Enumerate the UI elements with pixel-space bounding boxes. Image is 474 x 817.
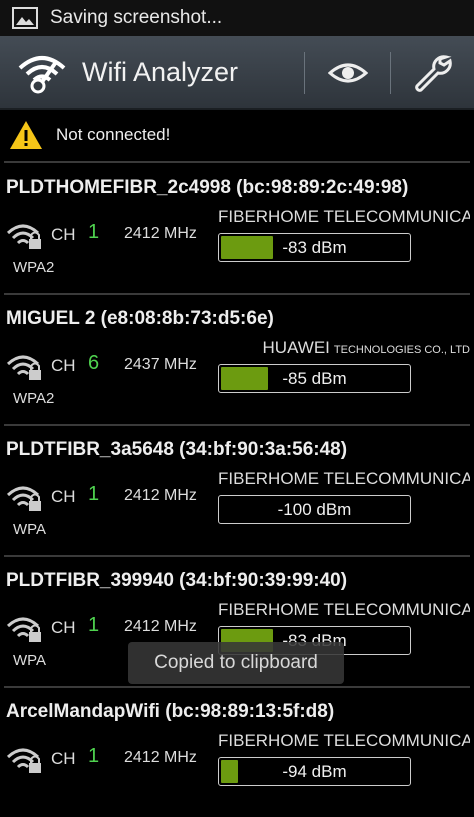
signal-bar: -100 dBm	[218, 495, 411, 524]
signal-dbm: -83 dBm	[282, 237, 347, 257]
wifi-lock-icon	[6, 748, 41, 773]
channel-number: 1	[88, 614, 100, 636]
action-bar-divider	[390, 52, 391, 94]
signal-dbm: -94 dBm	[282, 761, 347, 781]
channel-number: 1	[88, 745, 100, 767]
frequency: 2412 MHz	[124, 618, 197, 635]
channel-label: CH	[51, 618, 76, 637]
status-text: Saving screenshot...	[50, 7, 223, 28]
settings-button[interactable]	[406, 50, 458, 96]
view-button[interactable]	[322, 50, 374, 96]
ap-name: MIGUEL 2 (e8:08:8b:73:d5:6e)	[6, 308, 274, 329]
ap-name: PLDTFIBR_399940 (34:bf:90:39:99:40)	[6, 570, 348, 591]
ap-name: ArcelMandapWifi (bc:98:89:13:5f:d8)	[6, 701, 335, 722]
frequency: 2412 MHz	[124, 749, 197, 766]
security-type: WPA	[13, 521, 47, 538]
ap-name: PLDTFIBR_3a5648 (34:bf:90:3a:56:48)	[6, 439, 348, 460]
channel-label: CH	[51, 487, 76, 506]
access-point-item[interactable]: MIGUEL 2 (e8:08:8b:73:d5:6e) CH 6 2437 M…	[0, 294, 474, 424]
wifi-lock-icon	[6, 617, 41, 642]
access-point-item[interactable]: PLDTFIBR_3a5648 (34:bf:90:3a:56:48) CH 1…	[0, 425, 474, 555]
security-type: WPA2	[13, 259, 55, 276]
channel-label: CH	[51, 749, 76, 768]
vendor: FIBERHOME TELECOMMUNICA...	[218, 207, 470, 227]
image-icon	[12, 7, 38, 29]
action-bar-divider	[304, 52, 305, 94]
security-type: WPA	[13, 652, 47, 669]
signal-dbm: -100 dBm	[277, 499, 352, 519]
wifi-lock-icon	[6, 486, 41, 511]
wifi-lock-icon	[6, 224, 41, 249]
notice-text: Not connected!	[56, 125, 171, 144]
vendor: FIBERHOME TELECOMMUNICA...	[218, 600, 470, 620]
eye-icon	[328, 63, 368, 83]
wifi-analyzer-app-icon	[18, 56, 66, 94]
app-title: Wifi Analyzer	[82, 56, 239, 87]
signal-bar: -94 dBm	[218, 757, 411, 786]
channel-number: 1	[88, 221, 100, 243]
action-bar: Wifi Analyzer	[0, 36, 474, 110]
toast: Copied to clipboard	[128, 642, 344, 684]
vendor-name: FIBERHOME TELECOMMUNICA...	[218, 207, 470, 226]
status-bar: Saving screenshot...	[0, 0, 474, 36]
signal-bar: -85 dBm	[218, 364, 411, 393]
frequency: 2412 MHz	[124, 487, 197, 504]
vendor: FIBERHOME TELECOMMUNICA...	[218, 469, 470, 489]
channel-label: CH	[51, 356, 76, 375]
vendor-name: FIBERHOME TELECOMMUNICA...	[218, 731, 470, 750]
access-point-item[interactable]: PLDTHOMEFIBR_2c4998 (bc:98:89:2c:49:98) …	[0, 163, 474, 293]
wrench-icon	[415, 55, 452, 92]
frequency: 2412 MHz	[124, 225, 197, 242]
vendor-name: FIBERHOME TELECOMMUNICA...	[218, 469, 470, 488]
vendor: HUAWEI TECHNOLOGIES CO., LTD	[263, 338, 470, 358]
channel-number: 1	[88, 483, 100, 505]
signal-dbm: -85 dBm	[282, 368, 347, 388]
wifi-lock-icon	[6, 355, 41, 380]
channel-label: CH	[51, 225, 76, 244]
vendor-name: HUAWEI	[262, 338, 330, 357]
vendor: FIBERHOME TELECOMMUNICA...	[218, 731, 470, 751]
ap-name: PLDTHOMEFIBR_2c4998 (bc:98:89:2c:49:98)	[6, 177, 409, 198]
channel-number: 6	[88, 352, 100, 374]
warning-icon	[10, 121, 42, 149]
connection-notice: Not connected!	[0, 110, 474, 160]
vendor-suffix: TECHNOLOGIES CO., LTD	[333, 344, 470, 356]
vendor-name: FIBERHOME TELECOMMUNICA...	[218, 600, 470, 619]
access-point-item[interactable]: ArcelMandapWifi (bc:98:89:13:5f:d8) CH 1…	[0, 687, 474, 817]
signal-bar: -83 dBm	[218, 233, 411, 262]
frequency: 2437 MHz	[124, 356, 197, 373]
security-type: WPA2	[13, 390, 55, 407]
